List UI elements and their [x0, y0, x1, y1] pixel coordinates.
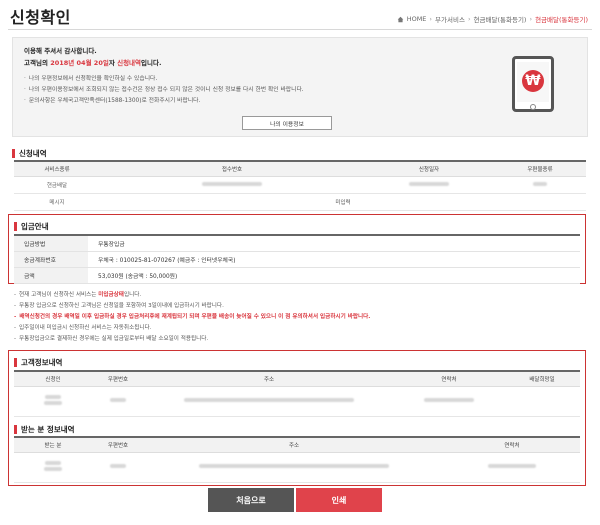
zipcode-value — [92, 386, 144, 417]
col-contact: 연락처 — [394, 372, 504, 387]
col-mail-type: 우편물종류 — [494, 162, 586, 177]
recipient-value — [14, 452, 92, 483]
delivery-date-value — [504, 386, 580, 417]
page-title: 신청확인 — [10, 8, 71, 27]
application-date-message: 고객님의 2018년 04월 20일자 신청내역입니다. — [24, 59, 162, 67]
customer-table: 신청인 우편번호 주소 연락처 배달희망일 — [14, 370, 580, 417]
amount-value: 53,030원 (송금액 : 50,000원) — [98, 274, 178, 280]
customer-section-title: 고객정보내역 — [14, 357, 62, 368]
account-number-value: 우체국 : 010025-81-070267 (예금주 : 인터넷우체국) — [98, 258, 236, 264]
recipient-table: 받는 분 우편번호 주소 연락처 — [14, 436, 580, 483]
recipient-section-title: 받는 분 정보내역 — [14, 424, 75, 435]
notice-bullet: 나의 우편이용정보에서 조회되지 않는 접수건은 정상 접수 되지 않은 것이니… — [24, 85, 304, 96]
note-auto-cancel: 입주일이내 미입금시 신청하신 서비스는 자동취소됩니다. — [14, 323, 370, 334]
tablet-home-button — [530, 104, 536, 110]
section-marker — [14, 425, 17, 434]
breadcrumb: HOME › 부가서비스 › 현금배달(통화등기) › 현금배달(통화등기) — [397, 14, 588, 24]
section-marker — [14, 222, 17, 231]
receipt-number-value — [100, 176, 364, 194]
note-delivery-days: 무통장입금으로 결제하신 경우에는 실제 입금일로부터 배달 소요일이 적용됩니… — [14, 334, 370, 345]
col-contact: 연락처 — [444, 438, 580, 453]
col-applicant: 신청인 — [14, 372, 92, 387]
note-deposit-deadline: 무통장 입금으로 신청하신 고객님은 신청일을 포함하여 3일이내에 입금하시기… — [14, 301, 370, 312]
title-divider — [8, 29, 592, 30]
col-address: 주소 — [144, 438, 444, 453]
my-usage-info-button[interactable]: 나의 이용정보 — [242, 116, 332, 130]
go-first-button[interactable]: 처음으로 — [208, 488, 294, 512]
col-zipcode: 우편번호 — [92, 438, 144, 453]
apply-date-value — [364, 176, 494, 194]
memo-label: 메시지 — [14, 193, 100, 211]
mail-type-value — [494, 176, 586, 194]
chevron-right-icon: › — [429, 15, 433, 23]
payment-row: 송금계좌번호 우체국 : 010025-81-070267 (예금주 : 인터넷… — [14, 252, 580, 268]
section-marker — [12, 149, 15, 158]
col-zipcode: 우편번호 — [92, 372, 144, 387]
note-warning: 배역신청건의 경우 배역일 이후 입금하실 경우 입금처리후에 재계됩되기 되며… — [14, 312, 370, 323]
payment-section-title: 입금안내 — [14, 221, 49, 232]
breadcrumb-current: 현금배달(통화등기) — [535, 16, 588, 24]
contact-value — [394, 386, 504, 417]
col-apply-date: 신청일자 — [364, 162, 494, 177]
payment-row: 입금방법 무통장입금 — [14, 236, 580, 252]
application-table: 서비스종류 접수번호 신청일자 우편물종류 현금배달 메시지 미입력 — [14, 160, 586, 211]
address-value — [144, 452, 444, 483]
payment-notes: 현재 고객님이 신청하신 서비스는 미입금상태입니다. 무통장 입금으로 신청하… — [14, 290, 370, 345]
amount-label: 금액 — [14, 268, 88, 283]
notice-bullet: 문의사항은 우체국고객만족센터(1588-1300)로 전화주시기 바랍니다. — [24, 96, 304, 107]
col-service-type: 서비스종류 — [14, 162, 100, 177]
note-status: 현재 고객님이 신청하신 서비스는 미입금상태입니다. — [14, 290, 370, 301]
service-type-value: 현금배달 — [14, 176, 100, 194]
breadcrumb-cash-delivery[interactable]: 현금배달(통화등기) — [474, 14, 527, 24]
col-receipt-number: 접수번호 — [100, 162, 364, 177]
chevron-right-icon: › — [467, 15, 471, 23]
payment-method-value: 무통장입금 — [98, 242, 125, 248]
print-button[interactable]: 인쇄 — [296, 488, 382, 512]
home-icon[interactable] — [397, 16, 404, 23]
address-value — [144, 386, 394, 417]
section-marker — [14, 358, 17, 367]
contact-value — [444, 452, 580, 483]
thanks-message: 이용해 주셔서 감사합니다. — [24, 47, 97, 55]
breadcrumb-addon[interactable]: 부가서비스 — [435, 14, 465, 24]
application-section-title: 신청내역 — [12, 148, 47, 159]
breadcrumb-home[interactable]: HOME — [407, 15, 427, 23]
payment-row: 금액 53,030원 (송금액 : 50,000원) — [14, 268, 580, 284]
payment-table: 입금방법 무통장입금 송금계좌번호 우체국 : 010025-81-070267… — [14, 234, 580, 284]
payment-method-label: 입금방법 — [14, 236, 88, 251]
won-coin-icon: ₩ — [522, 70, 544, 92]
applicant-value — [14, 386, 92, 417]
col-delivery-date: 배달희망일 — [504, 372, 580, 387]
memo-value: 미입력 — [100, 193, 586, 211]
col-address: 주소 — [144, 372, 394, 387]
chevron-right-icon: › — [529, 15, 533, 23]
notice-bullets: 나의 우편정보에서 신청확인을 확인하실 수 있습니다. 나의 우편이용정보에서… — [24, 74, 304, 107]
col-recipient: 받는 분 — [14, 438, 92, 453]
zipcode-value — [92, 452, 144, 483]
account-number-label: 송금계좌번호 — [14, 252, 88, 267]
notice-bullet: 나의 우편정보에서 신청확인을 확인하실 수 있습니다. — [24, 74, 304, 85]
